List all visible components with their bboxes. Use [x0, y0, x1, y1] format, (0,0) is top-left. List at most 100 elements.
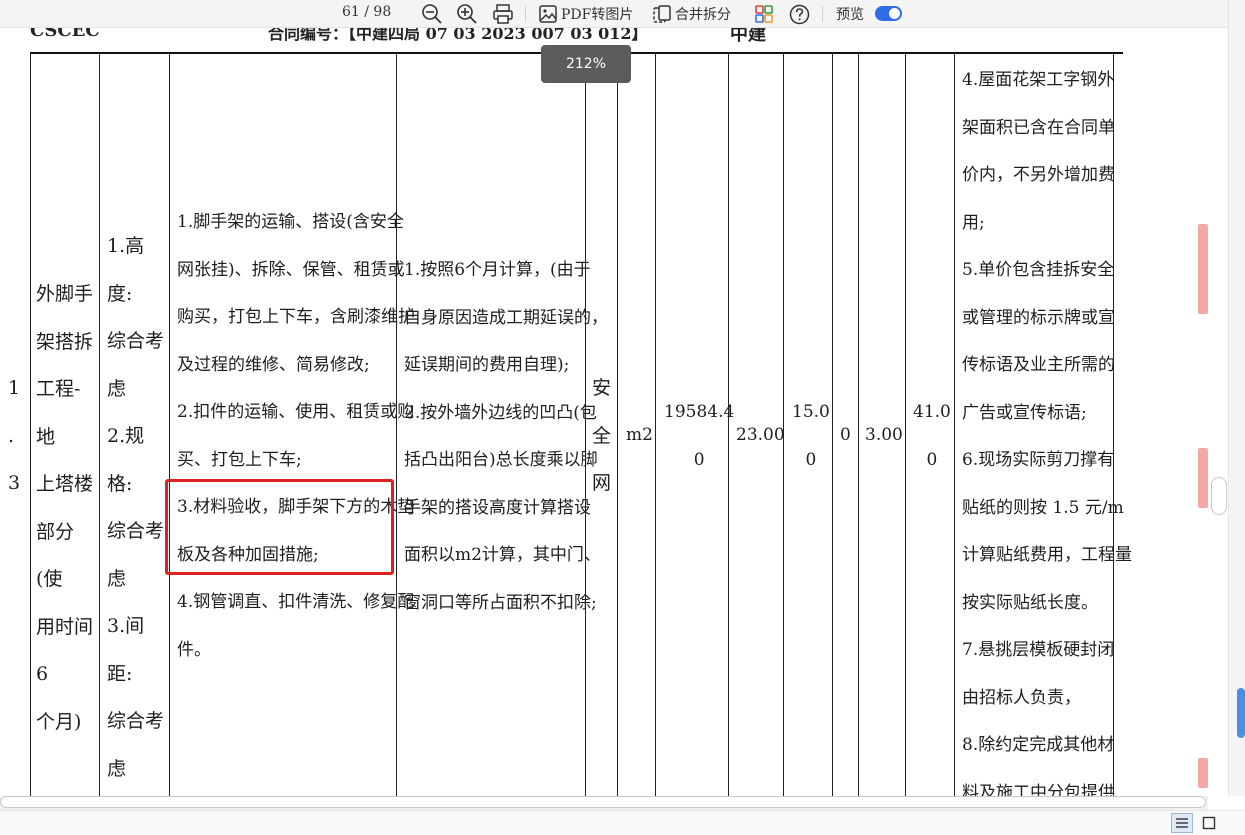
header-left-text: CSCEC — [30, 28, 100, 41]
table-border — [617, 54, 618, 796]
feature-line: 虑 — [107, 757, 127, 780]
work-content: 1.脚手架的运输、搭设(含安全 网张挂)、拆除、保管、租赁或 购买，打包上下车，… — [177, 199, 415, 674]
note-line: 料及施工中分包提供 — [962, 782, 1115, 797]
print-button[interactable] — [492, 2, 514, 26]
table-border — [655, 54, 656, 796]
category-cell: 安 全 网 — [592, 365, 611, 508]
pdf-to-image-button[interactable]: PDF转图片 — [538, 2, 633, 26]
feature-line: 虑 — [107, 377, 127, 400]
print-icon — [493, 4, 513, 24]
note-line: 7.悬挑层模板硬封闭 — [962, 640, 1115, 660]
page-view-icon — [1202, 816, 1216, 830]
help-icon — [789, 4, 810, 24]
single-page-view-button[interactable] — [1198, 813, 1220, 833]
highlight-box — [165, 479, 394, 575]
note-line: 或管理的标示牌或宣 — [962, 307, 1115, 328]
table-border — [585, 54, 586, 796]
name-line: 架搭拆 — [36, 330, 94, 353]
toolbar-divider — [525, 6, 526, 22]
name-line: 工程-地 — [36, 378, 81, 448]
zoom-level-badge: 212% — [541, 45, 631, 83]
calc-rule-line: 手架的搭设高度计算搭设 — [404, 497, 591, 518]
horizontal-scroll-thumb[interactable] — [0, 796, 1206, 808]
calc-rule-line: 自身原因造成工期延误的， — [404, 307, 608, 328]
price-b-line: 15.0 — [792, 402, 830, 422]
work-content-line: 件。 — [177, 639, 211, 660]
toolbar-divider — [822, 6, 823, 22]
feature-line: 综合考 — [107, 520, 165, 542]
vertical-scroll-thumb[interactable] — [1211, 477, 1227, 515]
feature-line: 综合考 — [107, 710, 165, 732]
preview-label: 预览 — [836, 7, 864, 23]
zoom-out-button[interactable] — [421, 2, 443, 26]
feature-line: 2.规格: — [107, 425, 145, 495]
help-button[interactable] — [789, 2, 810, 26]
preview-toggle[interactable] — [875, 6, 902, 21]
total-cell: 41.0 0 — [913, 389, 951, 484]
category-char: 安 — [592, 377, 612, 399]
name-line: 部分(使 — [36, 520, 75, 591]
header-right-text: 中建 — [730, 28, 766, 45]
unit-cell: m2 — [626, 425, 653, 445]
work-content-line: 及过程的维修、简易修改; — [177, 354, 370, 375]
category-char: 全 — [592, 424, 612, 447]
price-d-cell: 3.00 — [865, 425, 903, 445]
page-indicator[interactable]: 61 / 98 — [342, 4, 391, 20]
calc-rule-line: 括凸出阳台)总长度乘以脚 — [404, 450, 598, 470]
name-line: 上塔楼 — [36, 473, 94, 495]
row-sequence: 1 . 3 — [8, 365, 20, 508]
calculation-rule: 1.按照6个月计算，(由于 自身原因造成工期延误的， 延误期间的费用自理); 2… — [404, 247, 608, 627]
calc-rule-line: 面积以m2计算，其中门、 — [404, 545, 601, 565]
note-line: 6.现场实际剪刀撑有 — [962, 450, 1115, 470]
table-border — [99, 54, 100, 796]
table-border — [858, 54, 859, 796]
work-content-line: 2.扣件的运输、使用、租赁或购 — [177, 402, 415, 422]
work-content-line: 买、打包上下车; — [177, 449, 302, 470]
status-bar — [0, 810, 1245, 835]
table-border — [30, 54, 31, 796]
zoom-out-icon — [422, 4, 442, 24]
calc-rule-line: 窗洞口等所占面积不扣除; — [404, 592, 597, 613]
scroll-position-marker — [1237, 688, 1245, 738]
image-icon — [539, 5, 557, 23]
calc-rule-line: 2.按外墙外边线的凹凸(包 — [404, 402, 597, 423]
note-line: 4.屋面花架工字钢外 — [962, 70, 1115, 90]
calc-rule-line: 1.按照6个月计算，(由于 — [404, 260, 591, 280]
work-content-line: 1.脚手架的运输、搭设(含安全 — [177, 212, 404, 232]
note-line: 传标语及业主所需的 — [962, 355, 1115, 375]
seal-fragment — [1198, 758, 1208, 788]
note-line: 价内，不另外增加费 — [962, 165, 1115, 185]
seal-fragment — [1198, 224, 1208, 314]
quantity-cell: 19584.4 0 — [664, 389, 734, 484]
calc-rule-line: 延误期间的费用自理); — [404, 355, 570, 375]
merge-split-icon — [653, 5, 671, 23]
note-line: 用; — [962, 212, 985, 233]
feature-line: 3.间距: — [107, 615, 145, 685]
price-b-line: 0 — [805, 449, 817, 470]
apps-button[interactable] — [754, 2, 774, 26]
total-line: 0 — [926, 449, 938, 470]
zoom-in-button[interactable] — [456, 2, 478, 26]
header-contract-number: 合同编号：【中建四局 07 03 2023 007 03 012】 — [268, 28, 648, 43]
continuous-view-button[interactable] — [1171, 813, 1193, 833]
pdf-to-image-label: PDF转图片 — [561, 7, 634, 23]
price-c-cell: 0 — [840, 425, 851, 445]
vertical-scrollbar[interactable] — [1228, 0, 1245, 796]
note-line: 贴纸的则按 1.5 元/m — [962, 497, 1124, 518]
apps-grid-icon — [755, 5, 773, 23]
note-line: 计算贴纸费用，工程量 — [962, 545, 1132, 565]
name-line: 个月) — [36, 710, 82, 733]
note-line: 8.除约定完成其他材 — [962, 735, 1115, 755]
price-b-cell: 15.0 0 — [792, 389, 830, 484]
work-content-line: 网张挂)、拆除、保管、租赁或 — [177, 259, 405, 280]
name-line: 外脚手 — [36, 283, 94, 305]
work-content-line: 4.钢管调直、扣件清洗、修复配 — [177, 592, 415, 612]
table-border — [169, 54, 170, 796]
table-border — [832, 54, 833, 796]
note-line: 5.单价包含挂拆安全 — [962, 260, 1115, 280]
seal-fragment — [1198, 448, 1208, 508]
notes-cell: 4.屋面花架工字钢外 架面积已含在合同单 价内，不另外增加费 用; 5.单价包含… — [962, 57, 1132, 797]
merge-split-button[interactable]: 合并拆分 — [652, 2, 731, 26]
name-line: 用时间6 — [36, 615, 94, 686]
seq-line: . — [8, 424, 15, 447]
